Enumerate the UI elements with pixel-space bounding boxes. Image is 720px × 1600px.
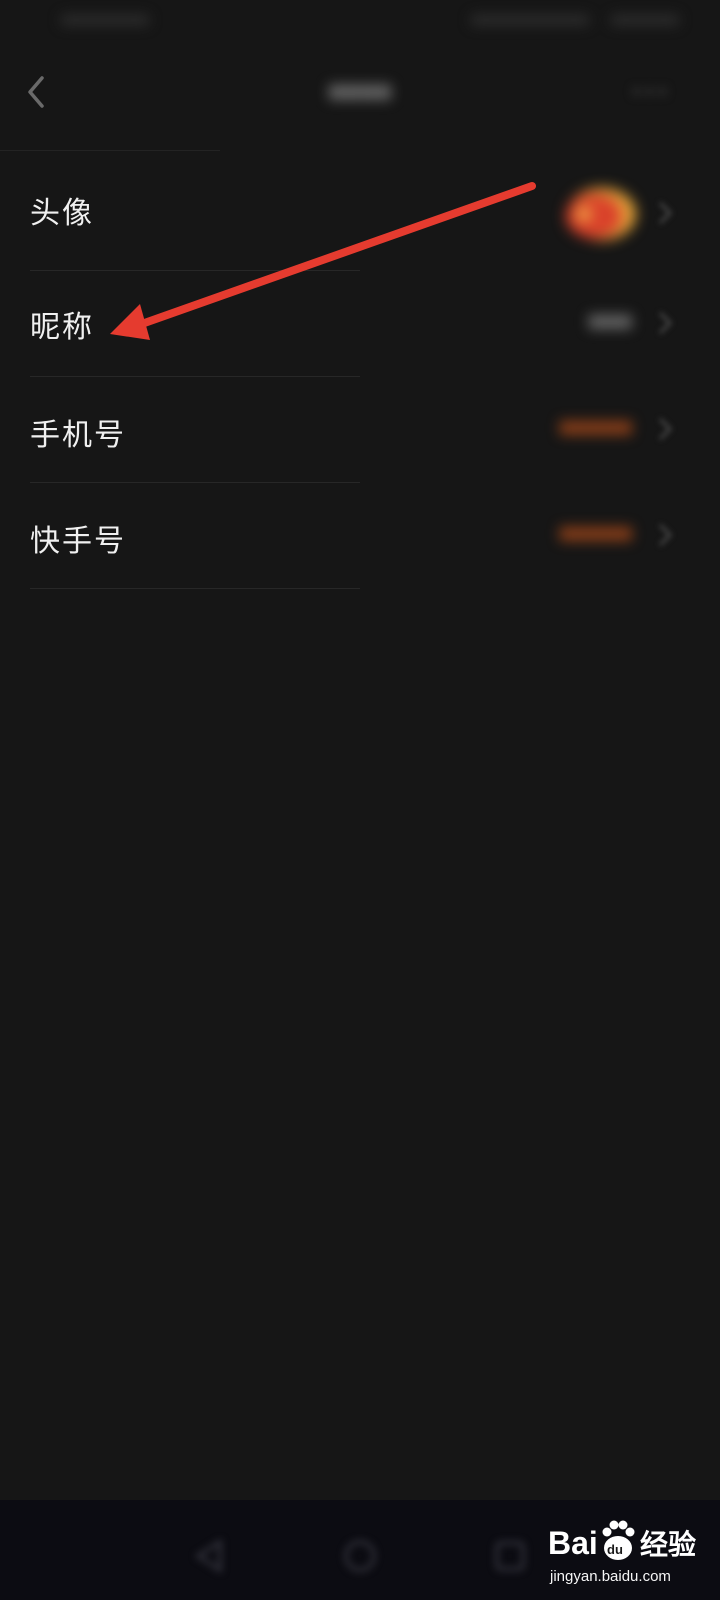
back-triangle-icon[interactable]: [190, 1536, 230, 1576]
svg-text:Bai: Bai: [548, 1525, 598, 1561]
phone-value-blurred: ■■■■■: [559, 414, 632, 441]
row-avatar[interactable]: 头像: [0, 160, 720, 270]
baidu-jingyan-watermark: Bai du 经验 jingyan.baidu.com: [548, 1516, 716, 1596]
avatar: [560, 180, 638, 244]
watermark-url: jingyan.baidu.com: [550, 1568, 671, 1585]
row-avatar-label: 头像: [30, 196, 94, 231]
nav-divider: [0, 150, 220, 151]
kuaishou-id-value-blurred: ■■■■■: [559, 520, 632, 547]
chevron-left-icon: [28, 76, 44, 108]
more-dots-icon[interactable]: [630, 80, 676, 102]
row-phone-label: 手机号: [30, 418, 126, 453]
chevron-right-icon: [654, 520, 676, 550]
recents-square-icon[interactable]: [490, 1536, 530, 1576]
status-bar: [0, 0, 720, 40]
chevron-right-icon: [654, 198, 676, 228]
row-nickname-label: 昵称: [30, 310, 94, 345]
baidu-paw-logo: Bai du 经验: [548, 1520, 696, 1561]
row-kuaishou-id-label: 快手号: [30, 524, 126, 559]
row-divider: [30, 482, 360, 483]
row-divider: [30, 376, 360, 377]
row-phone[interactable]: 手机号 ■■■■■: [0, 378, 720, 482]
row-nickname[interactable]: 昵称 ■■■: [0, 272, 720, 376]
back-button[interactable]: [18, 70, 58, 114]
row-divider: [30, 270, 360, 271]
navigation-bar: ■■■■: [0, 40, 720, 150]
svg-text:经验: 经验: [640, 1528, 696, 1561]
chevron-right-icon: [654, 414, 676, 444]
nickname-value-blurred: ■■■: [588, 308, 633, 335]
home-circle-icon[interactable]: [340, 1536, 380, 1576]
page-title-blurred: ■■■■: [328, 76, 392, 106]
profile-edit-screen: ■■■■ 头像 昵称 ■■■ 手机号 ■■■■■ 快手号 ■■■■■ Bai d…: [0, 0, 720, 1600]
row-kuaishou-id[interactable]: 快手号 ■■■■■: [0, 484, 720, 588]
row-divider: [30, 588, 360, 589]
chevron-right-icon: [654, 308, 676, 338]
svg-text:du: du: [607, 1542, 623, 1557]
